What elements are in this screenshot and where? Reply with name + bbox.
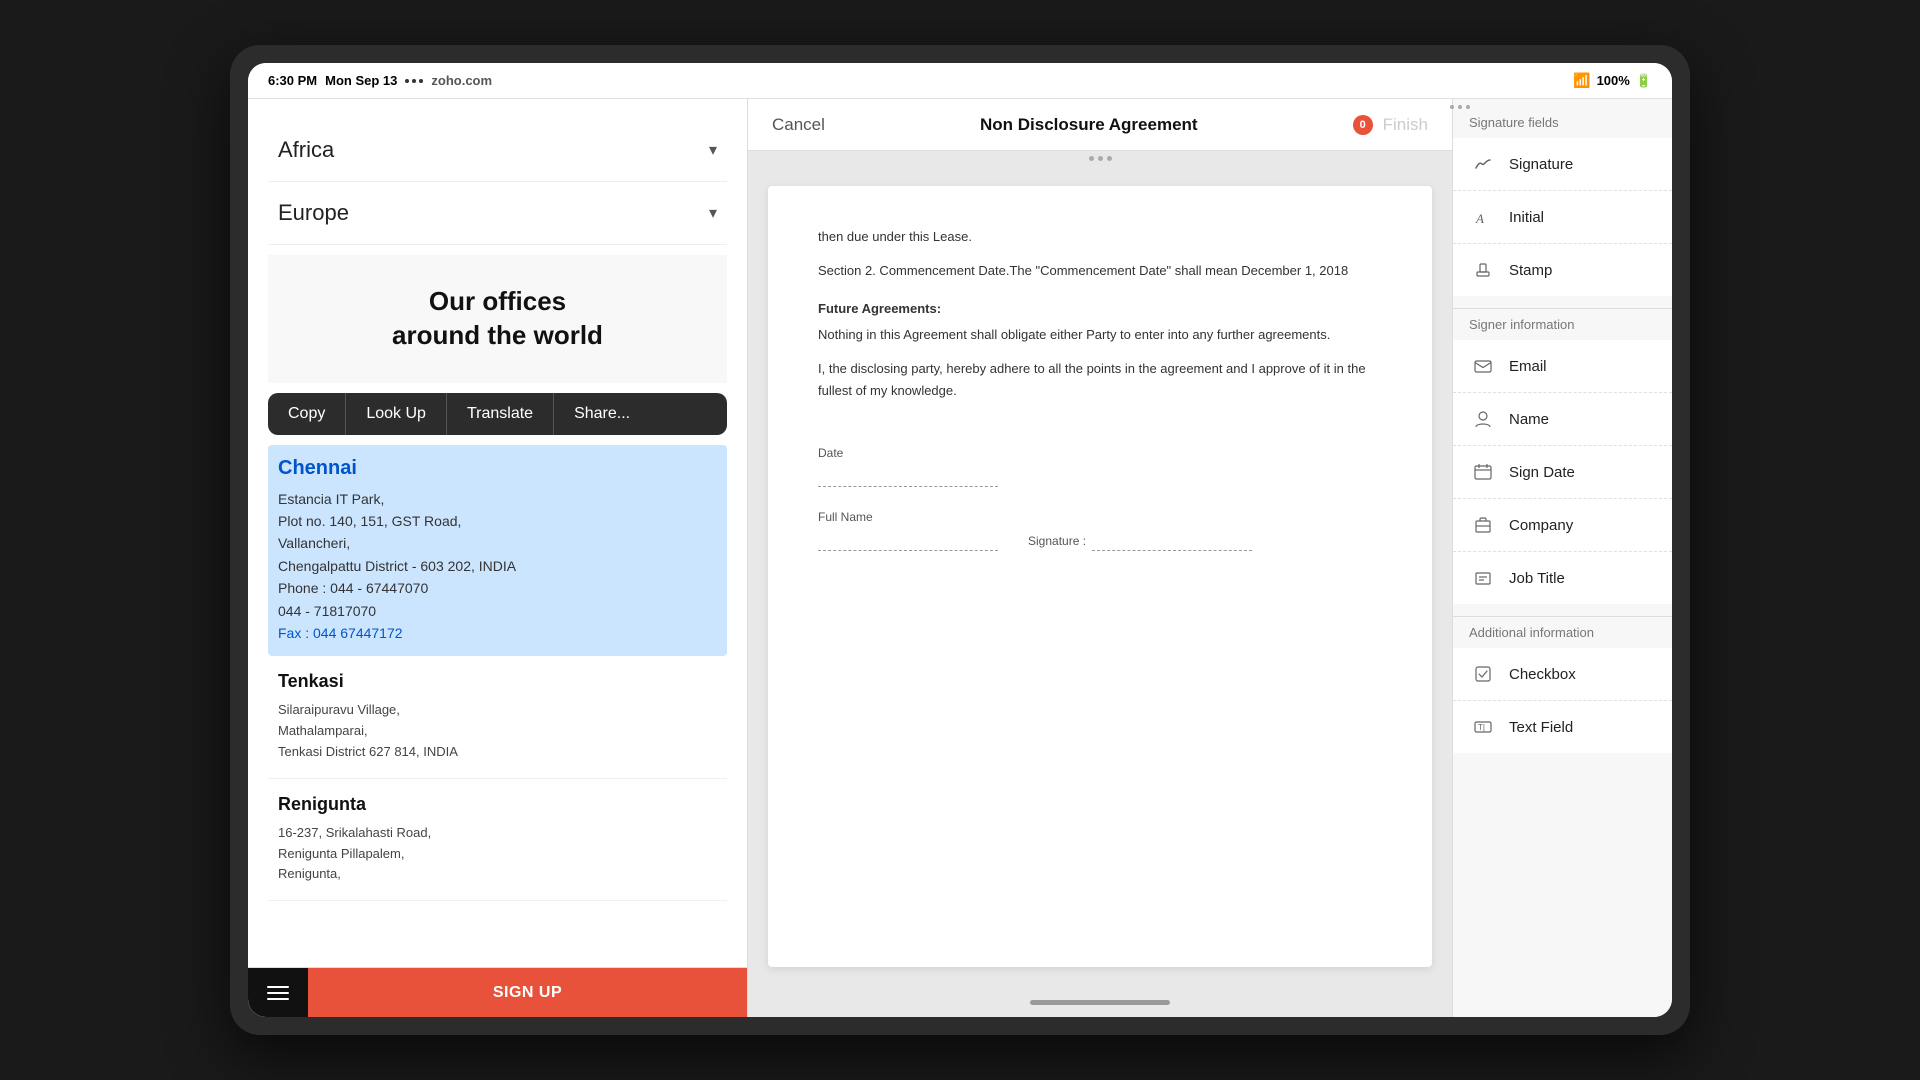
accordion-africa[interactable]: Africa ▾ <box>268 119 727 182</box>
signature-icon <box>1469 150 1497 178</box>
signer-item-company[interactable]: Company <box>1453 499 1672 552</box>
left-panel-scroll[interactable]: Africa ▾ Europe ▾ Our offices around the… <box>248 99 747 967</box>
fullname-field: Full Name <box>818 507 998 551</box>
context-menu: Copy Look Up Translate Share... <box>268 393 727 435</box>
copy-button[interactable]: Copy <box>268 393 346 435</box>
finish-button[interactable]: Finish <box>1383 115 1428 135</box>
stamp-label-text: Stamp <box>1509 262 1552 279</box>
doc-text-2: Section 2. Commencement Date.The "Commen… <box>818 260 1382 282</box>
tablet-frame: 6:30 PM Mon Sep 13 zoho.com 📶 100% 🔋 <box>230 45 1690 1035</box>
website-display: zoho.com <box>431 73 492 88</box>
initial-label-text: Initial <box>1509 209 1544 226</box>
company-label-text: Company <box>1509 517 1573 534</box>
network-dots <box>405 79 423 83</box>
svg-text:T|: T| <box>1478 723 1485 732</box>
left-panel: Africa ▾ Europe ▾ Our offices around the… <box>248 99 748 1017</box>
section-divider-2 <box>1453 616 1672 617</box>
signature-item-initial[interactable]: A Initial <box>1453 191 1672 244</box>
wifi-icon: 📶 <box>1573 72 1590 89</box>
checkbox-icon <box>1469 660 1497 688</box>
bottom-bar: SIGN UP <box>248 967 747 1017</box>
signer-item-jobtitle[interactable]: Job Title <box>1453 552 1672 604</box>
email-icon <box>1469 352 1497 380</box>
jobtitle-icon <box>1469 564 1497 592</box>
tablet-screen: 6:30 PM Mon Sep 13 zoho.com 📶 100% 🔋 <box>248 63 1672 1017</box>
accordion-europe-arrow: ▾ <box>709 203 717 223</box>
time-display: 6:30 PM <box>268 73 317 88</box>
office-tenkasi: Tenkasi Silaraipuravu Village, Mathalamp… <box>268 656 727 778</box>
signature-section-title: Signature fields <box>1453 115 1672 138</box>
status-bar: 6:30 PM Mon Sep 13 zoho.com 📶 100% 🔋 <box>248 63 1672 99</box>
date-field: Date <box>818 443 998 487</box>
wifi-percent: 100% <box>1597 73 1630 88</box>
main-content: Africa ▾ Europe ▾ Our offices around the… <box>248 99 1672 1017</box>
doc-text-3: Nothing in this Agreement shall obligate… <box>818 324 1382 346</box>
email-label-text: Email <box>1509 358 1547 375</box>
signature-items: Signature A Initial <box>1453 138 1672 296</box>
doc-paper: then due under this Lease. Section 2. Co… <box>768 186 1432 967</box>
signature-item-signature[interactable]: Signature <box>1453 138 1672 191</box>
city-address: Estancia IT Park, Plot no. 140, 151, GST… <box>278 488 717 645</box>
home-indicator <box>1030 1000 1170 1005</box>
doc-text-1: then due under this Lease. <box>818 226 1382 248</box>
doc-text-4: I, the disclosing party, hereby adhere t… <box>818 358 1382 402</box>
status-left: 6:30 PM Mon Sep 13 zoho.com <box>268 73 492 88</box>
signature-label-text: Signature <box>1509 156 1573 173</box>
right-panel: Signature fields Signature A <box>1452 99 1672 1017</box>
signer-item-name[interactable]: Name <box>1453 393 1672 446</box>
signature-field: Signature : <box>1028 531 1252 551</box>
selected-city-block: Chennai Estancia IT Park, Plot no. 140, … <box>268 445 727 657</box>
accordion-africa-arrow: ▾ <box>709 140 717 160</box>
office-banner: Our offices around the world <box>268 255 727 383</box>
date-display: Mon Sep 13 <box>325 73 397 88</box>
signup-button[interactable]: SIGN UP <box>308 968 747 1017</box>
city-name: Chennai <box>278 457 717 480</box>
signdate-icon <box>1469 458 1497 486</box>
doc-section-title: Future Agreements: <box>818 298 1382 320</box>
battery-icon: 🔋 <box>1636 73 1652 89</box>
notification-badge: 0 <box>1353 115 1373 135</box>
textfield-icon: T| <box>1469 713 1497 741</box>
signdate-label-text: Sign Date <box>1509 464 1575 481</box>
name-label-text: Name <box>1509 411 1549 428</box>
accordion-europe-label: Europe <box>278 200 349 226</box>
status-right: 📶 100% 🔋 <box>1573 72 1652 89</box>
additional-item-checkbox[interactable]: Checkbox <box>1453 648 1672 701</box>
banner-title: Our offices around the world <box>288 285 707 353</box>
accordion-africa-label: Africa <box>278 137 334 163</box>
additional-items: Checkbox T| Text Field <box>1453 648 1672 753</box>
signer-item-email[interactable]: Email <box>1453 340 1672 393</box>
doc-title: Non Disclosure Agreement <box>980 115 1198 135</box>
signer-section-title: Signer information <box>1453 317 1672 340</box>
home-bar <box>748 987 1452 1017</box>
doc-content-area[interactable]: then due under this Lease. Section 2. Co… <box>748 166 1452 987</box>
hamburger-icon <box>267 986 289 1000</box>
section-divider-1 <box>1453 308 1672 309</box>
cancel-button[interactable]: Cancel <box>772 115 825 135</box>
company-icon <box>1469 511 1497 539</box>
additional-item-textfield[interactable]: T| Text Field <box>1453 701 1672 753</box>
signature-label: Signature : <box>1028 531 1086 551</box>
share-button[interactable]: Share... <box>554 393 650 435</box>
office-renigunta: Renigunta 16-237, Srikalahasti Road, Ren… <box>268 779 727 901</box>
svg-text:A: A <box>1475 211 1484 226</box>
hamburger-button[interactable] <box>248 968 308 1017</box>
doc-top-bar: Cancel Non Disclosure Agreement 0 Finish <box>748 99 1452 151</box>
signature-item-stamp[interactable]: Stamp <box>1453 244 1672 296</box>
signer-item-signdate[interactable]: Sign Date <box>1453 446 1672 499</box>
textfield-label-text: Text Field <box>1509 719 1573 736</box>
jobtitle-label-text: Job Title <box>1509 570 1565 587</box>
signer-items: Email Name <box>1453 340 1672 604</box>
accordion-europe[interactable]: Europe ▾ <box>268 182 727 245</box>
center-panel: Cancel Non Disclosure Agreement 0 Finish <box>748 99 1452 1017</box>
name-icon <box>1469 405 1497 433</box>
translate-button[interactable]: Translate <box>447 393 554 435</box>
checkbox-label-text: Checkbox <box>1509 666 1576 683</box>
additional-section-title: Additional information <box>1453 625 1672 648</box>
initial-icon: A <box>1469 203 1497 231</box>
lookup-button[interactable]: Look Up <box>346 393 447 435</box>
stamp-icon <box>1469 256 1497 284</box>
